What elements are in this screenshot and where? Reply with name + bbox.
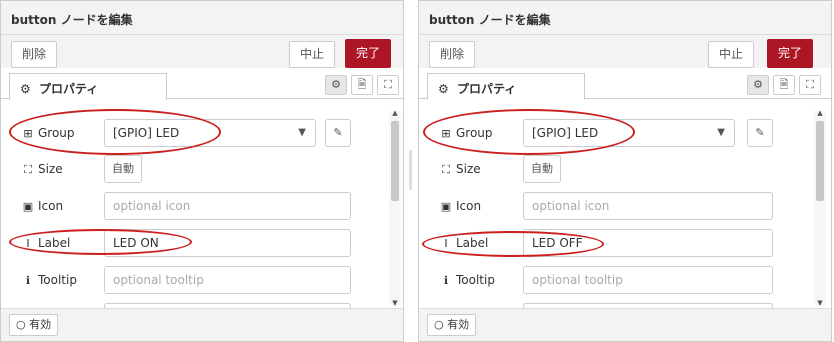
tab-properties[interactable]: ⚙ プロパティ <box>427 73 585 100</box>
appearance-tab-resize-icon[interactable]: ⛶ <box>377 75 399 95</box>
scrollbar-thumb[interactable] <box>816 121 824 201</box>
edit-panel-right: button ノードを編集 削除 中止 完了 ⚙ プロパティ ⚙ 🗎 ⛶ ⊞ Gr… <box>418 0 832 342</box>
tab-properties[interactable]: ⚙ プロパティ <box>9 73 167 100</box>
edit-panel-left: button ノードを編集 削除 中止 完了 ⚙ プロパティ ⚙ 🗎 ⛶ ⊞ Gr… <box>0 0 404 342</box>
icon-input[interactable]: optional icon <box>104 192 351 220</box>
panel-title: button ノードを編集 <box>1 1 403 35</box>
enable-toggle[interactable]: ○ 有効 <box>427 314 477 336</box>
chevron-down-icon: ▼ <box>298 127 306 138</box>
label-label: Label <box>38 236 71 250</box>
icon-input[interactable]: optional icon <box>523 192 773 220</box>
tooltip-label: Tooltip <box>456 273 495 287</box>
resize-icon: ⛶ <box>24 163 32 176</box>
resize-icon: ⛶ <box>442 163 450 176</box>
tooltip-input[interactable]: optional tooltip <box>523 266 773 294</box>
group-select[interactable]: [GPIO] LED ▼ <box>523 119 735 147</box>
group-label: Group <box>456 126 493 140</box>
settings-tab-gear-icon[interactable]: ⚙ <box>747 75 769 95</box>
table-icon: ⊞ <box>23 127 33 140</box>
appearance-tab-resize-icon[interactable]: ⛶ <box>799 75 821 95</box>
tab-bar: ⚙ プロパティ ⚙ 🗎 ⛶ <box>1 73 403 100</box>
description-tab-doc-icon[interactable]: 🗎 <box>351 75 373 95</box>
tab-label: プロパティ <box>38 82 99 96</box>
properties-form: ⊞ Group [GPIO] LED ▼ ✎ ⛶ Size 自動 ▣ Icon opti… <box>1 109 403 308</box>
gear-icon: ⚙ <box>438 82 449 96</box>
tab-label: プロパティ <box>456 82 517 96</box>
scroll-up-icon[interactable]: ▲ <box>389 109 401 117</box>
footer: ○ 有効 <box>1 308 403 341</box>
footer: ○ 有効 <box>419 308 831 341</box>
size-button[interactable]: 自動 <box>523 155 561 183</box>
splitter-handle[interactable] <box>409 150 412 190</box>
cancel-button[interactable]: 中止 <box>289 41 335 68</box>
label-label: Label <box>456 236 489 250</box>
circle-icon: ○ <box>434 318 444 331</box>
scroll-up-icon[interactable]: ▲ <box>814 109 826 117</box>
tooltip-input[interactable]: optional tooltip <box>104 266 351 294</box>
delete-button[interactable]: 削除 <box>429 41 475 68</box>
tooltip-label: Tooltip <box>38 273 77 287</box>
chevron-down-icon: ▼ <box>717 127 725 138</box>
edit-group-pencil-icon[interactable]: ✎ <box>325 119 351 147</box>
delete-button[interactable]: 削除 <box>11 41 57 68</box>
size-label: Size <box>38 162 63 176</box>
icon-label: Icon <box>38 199 64 213</box>
panel-gutter <box>404 0 418 342</box>
done-button[interactable]: 完了 <box>767 39 813 68</box>
image-icon: ▣ <box>440 200 452 213</box>
scroll-down-icon[interactable]: ▼ <box>389 299 401 307</box>
edit-group-pencil-icon[interactable]: ✎ <box>747 119 773 147</box>
toolbar: 削除 中止 完了 <box>1 35 403 68</box>
image-icon: ▣ <box>22 200 34 213</box>
group-select[interactable]: [GPIO] LED ▼ <box>104 119 316 147</box>
gear-icon: ⚙ <box>20 82 31 96</box>
label-input[interactable]: LED ON <box>104 229 351 257</box>
group-label: Group <box>38 126 75 140</box>
icon-label: Icon <box>456 199 482 213</box>
text-cursor-icon: I <box>26 237 30 250</box>
size-label: Size <box>456 162 481 176</box>
settings-tab-gear-icon[interactable]: ⚙ <box>325 75 347 95</box>
circle-icon: ○ <box>16 318 26 331</box>
scrollbar[interactable]: ▲ ▼ <box>389 109 401 307</box>
info-icon: ℹ <box>443 274 449 287</box>
label-input[interactable]: LED OFF <box>523 229 773 257</box>
done-button[interactable]: 完了 <box>345 39 391 68</box>
toolbar: 削除 中止 完了 <box>419 35 831 68</box>
description-tab-doc-icon[interactable]: 🗎 <box>773 75 795 95</box>
enable-toggle[interactable]: ○ 有効 <box>9 314 59 336</box>
scrollbar[interactable]: ▲ ▼ <box>814 109 826 307</box>
scroll-down-icon[interactable]: ▼ <box>814 299 826 307</box>
panel-title: button ノードを編集 <box>419 1 831 35</box>
table-icon: ⊞ <box>441 127 451 140</box>
cancel-button[interactable]: 中止 <box>708 41 754 68</box>
properties-form: ⊞ Group [GPIO] LED ▼ ✎ ⛶ Size 自動 ▣ Icon opti… <box>419 109 831 308</box>
scrollbar-thumb[interactable] <box>391 121 399 201</box>
info-icon: ℹ <box>25 274 31 287</box>
size-button[interactable]: 自動 <box>104 155 142 183</box>
text-cursor-icon: I <box>444 237 448 250</box>
tab-bar: ⚙ プロパティ ⚙ 🗎 ⛶ <box>419 73 831 100</box>
